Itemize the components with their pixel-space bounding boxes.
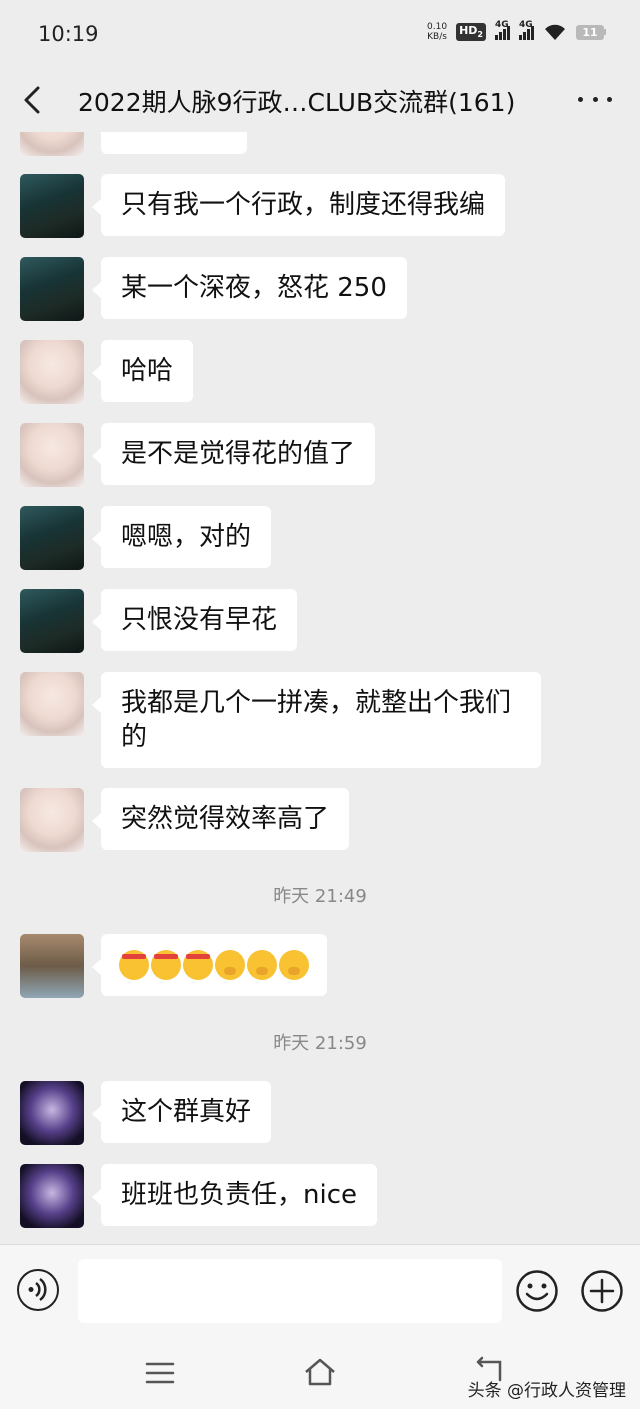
message-text: 这个群真好 bbox=[121, 1097, 252, 1127]
message-bubble[interactable] bbox=[92, 132, 247, 154]
home-button[interactable] bbox=[302, 1356, 338, 1388]
message-bubble[interactable]: 是不是觉得花的值了 bbox=[91, 423, 376, 485]
message-text: 我都是几个一拼凑，就整出个我们的 bbox=[121, 688, 512, 752]
signal-sim2-icon: 4G bbox=[519, 20, 534, 40]
smiley-icon bbox=[516, 1270, 558, 1312]
avatar[interactable] bbox=[20, 506, 84, 570]
hd-label: HD bbox=[459, 24, 478, 38]
battery-icon: 11 bbox=[576, 24, 606, 40]
message-bubble[interactable] bbox=[92, 934, 327, 996]
chat-title: 2022期人脉9行政…CLUB交流群(161) bbox=[78, 88, 516, 117]
emoji-row bbox=[119, 950, 309, 980]
message-bubble[interactable]: 某一个深夜，怒花 250 bbox=[92, 257, 407, 319]
message-text: 只有我一个行政，制度还得我编 bbox=[121, 190, 486, 220]
battery-level: 11 bbox=[576, 24, 604, 40]
more-dot-icon bbox=[607, 96, 612, 102]
message-text: 只恨没有早花 bbox=[121, 605, 278, 635]
message-bubble[interactable]: 班班也负责任，nice bbox=[92, 1164, 377, 1226]
more-dot-icon bbox=[592, 96, 598, 102]
avatar[interactable] bbox=[20, 132, 84, 156]
hd-sub: 2 bbox=[477, 30, 483, 40]
avatar[interactable] bbox=[20, 1081, 84, 1145]
recent-apps-button[interactable] bbox=[145, 1360, 175, 1386]
status-time: 10:19 bbox=[38, 22, 99, 46]
message-bubble[interactable]: 哈哈 bbox=[91, 340, 194, 402]
face-with-headband-icon bbox=[183, 950, 213, 980]
face-with-headband-icon bbox=[151, 950, 181, 980]
voice-input-button[interactable] bbox=[17, 1269, 59, 1311]
face-hand-over-mouth-icon bbox=[215, 950, 245, 980]
message-bubble[interactable]: 突然觉得效率高了 bbox=[91, 788, 350, 850]
voice-icon bbox=[28, 1277, 47, 1302]
network-speed-unit: KB/s bbox=[427, 32, 447, 42]
avatar[interactable] bbox=[20, 788, 84, 852]
plus-icon bbox=[581, 1270, 623, 1312]
message-text: 突然觉得效率高了 bbox=[121, 804, 330, 834]
message-bubble[interactable]: 嗯嗯，对的 bbox=[91, 506, 272, 568]
signal-sim1-icon: 4G bbox=[495, 20, 510, 40]
timestamp: 昨天 21:49 bbox=[273, 886, 367, 907]
sim1-network-label: 4G bbox=[495, 19, 509, 30]
status-bar: 10:19 0.10 KB/s HD2 4G 4G 11 bbox=[0, 0, 640, 70]
face-hand-over-mouth-icon bbox=[279, 950, 309, 980]
message-bubble[interactable]: 我都是几个一拼凑，就整出个我们的 bbox=[92, 672, 541, 768]
watermark: 头条 @行政人资管理 bbox=[467, 1381, 626, 1401]
wifi-icon bbox=[545, 24, 565, 40]
avatar[interactable] bbox=[20, 934, 84, 998]
more-dot-icon bbox=[578, 96, 583, 102]
chat-header: 2022期人脉9行政…CLUB交流群(161) bbox=[0, 70, 640, 132]
avatar[interactable] bbox=[20, 423, 84, 487]
avatar[interactable] bbox=[20, 672, 84, 736]
message-bubble[interactable]: 这个群真好 bbox=[91, 1081, 272, 1143]
home-icon bbox=[305, 1358, 335, 1386]
face-with-headband-icon bbox=[119, 950, 149, 980]
input-bar bbox=[0, 1244, 640, 1343]
more-options-button[interactable] bbox=[578, 84, 612, 114]
message-text: 是不是觉得花的值了 bbox=[121, 439, 356, 469]
chevron-left-icon bbox=[24, 86, 40, 114]
message-text: 嗯嗯，对的 bbox=[121, 522, 252, 552]
message-bubble[interactable]: 只有我一个行政，制度还得我编 bbox=[91, 174, 506, 236]
more-functions-button[interactable] bbox=[580, 1269, 624, 1313]
hd-voice-icon: HD2 bbox=[456, 23, 486, 41]
system-nav-bar: 头条 @行政人资管理 bbox=[0, 1342, 640, 1409]
network-speed-value: 0.10 bbox=[427, 22, 448, 32]
network-speed: 0.10 KB/s bbox=[427, 22, 447, 42]
message-input[interactable] bbox=[78, 1259, 502, 1323]
message-text: 某一个深夜，怒花 250 bbox=[121, 273, 387, 303]
avatar[interactable] bbox=[20, 257, 84, 321]
timestamp: 昨天 21:59 bbox=[273, 1033, 367, 1054]
face-hand-over-mouth-icon bbox=[247, 950, 277, 980]
message-text: 班班也负责任，nice bbox=[121, 1180, 357, 1210]
back-button[interactable] bbox=[16, 80, 52, 120]
menu-icon bbox=[145, 1362, 175, 1384]
avatar[interactable] bbox=[20, 340, 84, 404]
status-icons: 0.10 KB/s HD2 4G 4G 11 bbox=[427, 20, 606, 42]
avatar[interactable] bbox=[20, 589, 84, 653]
emoji-button[interactable] bbox=[515, 1269, 559, 1313]
avatar[interactable] bbox=[20, 174, 84, 238]
message-text: 哈哈 bbox=[121, 356, 174, 386]
avatar[interactable] bbox=[20, 1164, 84, 1228]
message-bubble[interactable]: 只恨没有早花 bbox=[91, 589, 298, 651]
message-list[interactable]: 只有我一个行政，制度还得我编 某一个深夜，怒花 250 哈哈 是不是觉得花的值了… bbox=[0, 132, 640, 1244]
sim2-network-label: 4G bbox=[519, 19, 533, 30]
